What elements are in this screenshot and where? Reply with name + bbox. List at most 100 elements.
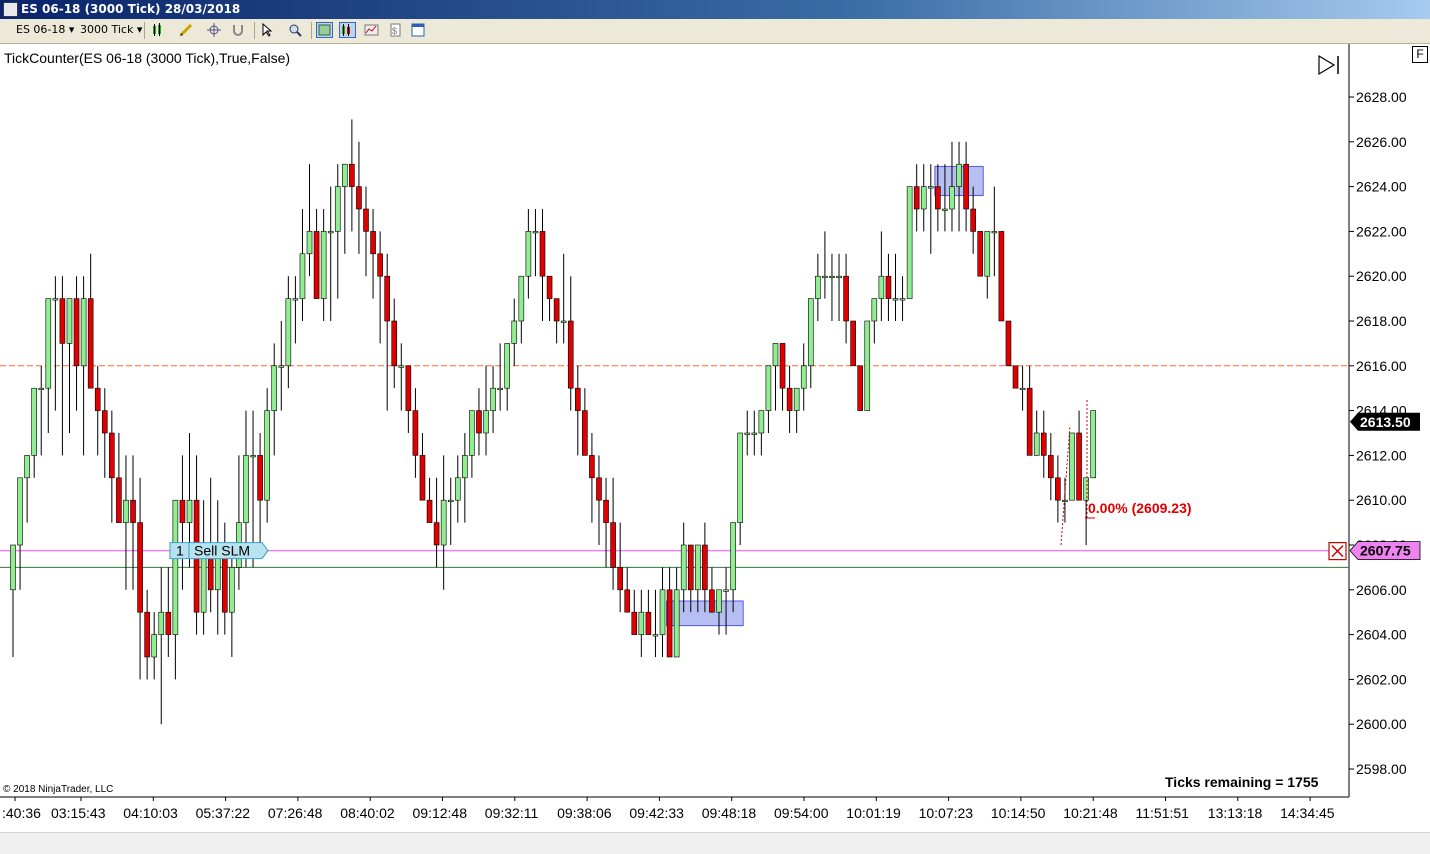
candle-body [179, 499, 186, 523]
candle-body [1069, 432, 1075, 501]
candle-body [1048, 455, 1054, 479]
candle-body [320, 231, 327, 299]
y-tick-label: 2616.00 [1356, 358, 1407, 374]
candle-body [1076, 432, 1082, 501]
candle-body [45, 298, 52, 389]
candle-body [433, 522, 440, 546]
candle-body [447, 499, 454, 503]
candle-body [645, 611, 652, 635]
candle-body [673, 589, 680, 658]
candle-body [1033, 432, 1040, 456]
x-tick-label: 10:07:23 [919, 805, 974, 821]
candle-body [864, 320, 871, 411]
candle-body [892, 298, 899, 301]
candle-body [165, 611, 172, 635]
y-tick-label: 2622.00 [1356, 223, 1407, 239]
candle-body [391, 320, 398, 367]
candle-body [137, 522, 143, 613]
candle-body [899, 298, 906, 301]
candle-body [313, 231, 320, 299]
candle-body [377, 253, 383, 277]
candle-body [144, 611, 150, 658]
candle-body [518, 275, 525, 322]
candle-body [17, 477, 23, 546]
candle-body [913, 186, 920, 210]
candle-body [66, 298, 73, 344]
x-tick-label: :40:36 [2, 805, 41, 821]
candle-body [285, 298, 292, 367]
candle-body [949, 186, 955, 210]
candle-body [836, 275, 842, 279]
y-tick-label: 2602.00 [1356, 671, 1407, 687]
candle-body [560, 320, 567, 323]
candle-body [38, 387, 45, 391]
candle-body [172, 499, 179, 635]
candle-body [306, 231, 313, 255]
candle-body [31, 387, 37, 456]
candle-body [525, 231, 532, 277]
indicator-label: TickCounter(ES 06-18 (3000 Tick),True,Fa… [4, 50, 291, 66]
candle-body [73, 298, 80, 367]
candle-body [109, 432, 115, 479]
x-tick-label: 10:01:19 [846, 805, 901, 821]
candle-body [327, 231, 334, 234]
candle-body [257, 455, 263, 501]
candle-body [10, 544, 16, 591]
candle-body [885, 275, 892, 299]
candle-body [695, 544, 701, 591]
candle-body [723, 589, 729, 592]
order-label: Sell SLM [194, 543, 250, 559]
f-button[interactable]: F [1412, 46, 1428, 63]
x-tick-label: 13:13:18 [1208, 805, 1263, 821]
candle-body [186, 499, 193, 523]
candle-body [765, 365, 772, 411]
play-last-bar-icon[interactable] [1317, 54, 1341, 76]
x-tick-label: 08:40:02 [340, 805, 395, 821]
x-tick-label: 10:21:48 [1063, 805, 1118, 821]
candle-body [1012, 365, 1019, 389]
order-price-label: 2607.75 [1360, 543, 1411, 559]
fib-label: 0.00% (2609.23) [1088, 500, 1192, 516]
x-tick-label: 09:42:33 [629, 805, 684, 821]
candle-body [956, 163, 962, 187]
y-tick-label: 2620.00 [1356, 268, 1407, 284]
copyright: © 2018 NinjaTrader, LLC [3, 784, 114, 795]
candle-body [342, 163, 348, 187]
candle-body [567, 320, 574, 389]
candle-body [680, 544, 687, 591]
current-price-label: 2613.50 [1360, 414, 1411, 430]
y-tick-label: 2598.00 [1356, 761, 1407, 777]
candle-body [603, 499, 609, 523]
x-tick-label: 03:15:43 [51, 805, 106, 821]
candle-body [582, 410, 588, 456]
candle-body [243, 455, 249, 523]
candle-body [751, 432, 758, 435]
candle-body [998, 231, 1005, 322]
candle-body [229, 567, 235, 613]
candle-body [730, 522, 736, 591]
candle-body [758, 410, 765, 434]
candle-body [24, 455, 30, 479]
candle-body [1055, 477, 1061, 501]
x-tick-label: 10:14:50 [991, 805, 1046, 821]
x-tick-label: 05:37:22 [196, 805, 251, 821]
candle-body [984, 231, 991, 277]
candle-body [596, 477, 602, 501]
candle-body [807, 298, 814, 367]
candle-body [123, 499, 129, 523]
candle-body [906, 186, 913, 299]
candle-body [292, 298, 299, 301]
y-tick-label: 2604.00 [1356, 627, 1407, 643]
candle-body [349, 163, 355, 187]
candle-body [483, 410, 489, 434]
candle-body [793, 387, 800, 411]
order-qty: 1 [176, 543, 184, 559]
candle-body [80, 298, 87, 367]
y-tick-label: 2606.00 [1356, 582, 1407, 598]
candle-body [589, 455, 595, 479]
horizontal-scrollbar[interactable] [0, 832, 1430, 854]
candle-body [822, 275, 828, 279]
candle-body [158, 611, 165, 635]
candle-body [264, 410, 270, 501]
price-chart[interactable]: 2628.00 2626.00 2624.00 2622.00 2620.00 2618.… [0, 0, 1430, 853]
